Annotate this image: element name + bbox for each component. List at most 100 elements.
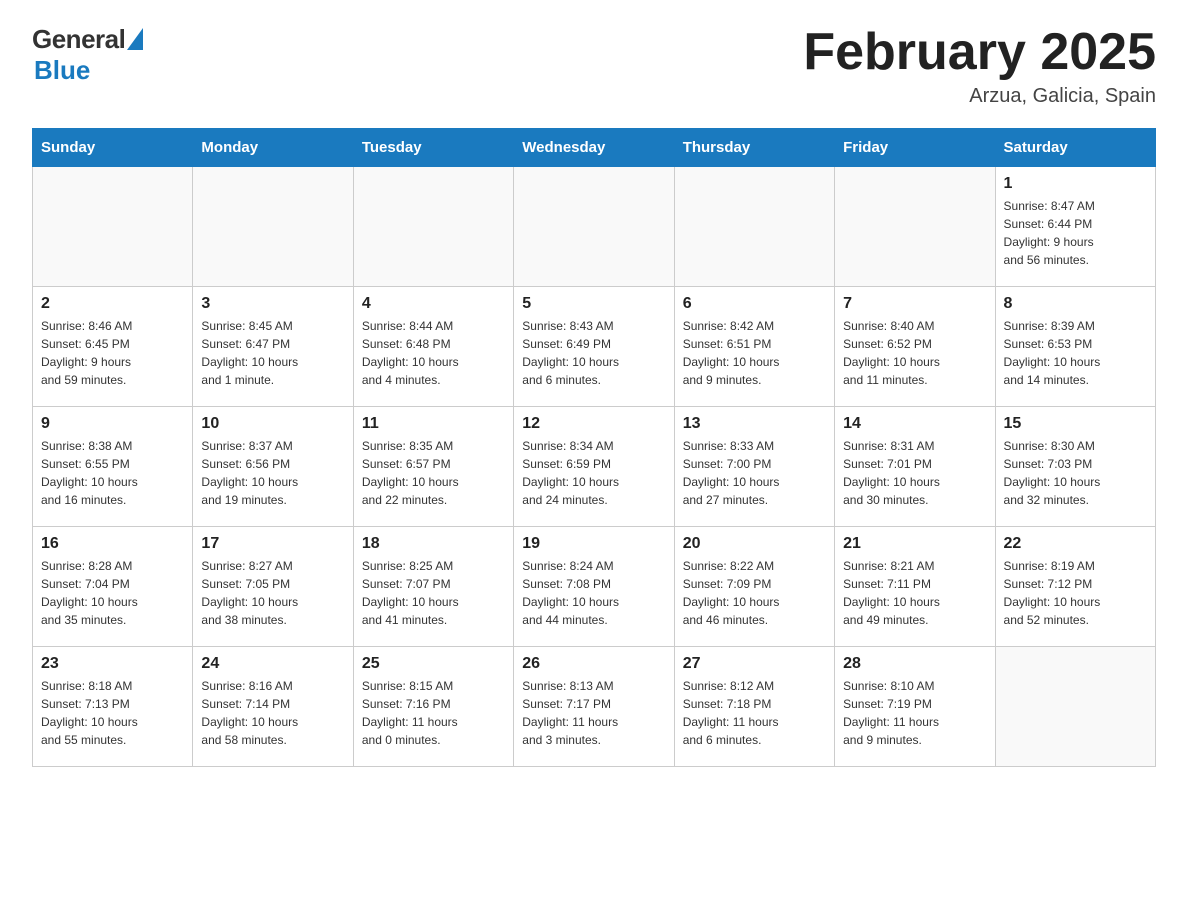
calendar-cell: 24 Sunrise: 8:16 AM Sunset: 7:14 PM Dayli… — [193, 647, 353, 767]
calendar-cell — [674, 167, 834, 287]
day-number: 4 — [362, 295, 505, 313]
day-number: 6 — [683, 295, 826, 313]
calendar-cell: 20 Sunrise: 8:22 AM Sunset: 7:09 PM Dayli… — [674, 527, 834, 647]
calendar-cell: 16 Sunrise: 8:28 AM Sunset: 7:04 PM Dayli… — [33, 527, 193, 647]
day-number: 5 — [522, 295, 665, 313]
calendar-cell: 14Sunrise: 8:31 AM Sunset: 7:01 PM Dayli… — [835, 407, 995, 527]
calendar-table: SundayMondayTuesdayWednesdayThursdayFrid… — [32, 128, 1156, 767]
month-title: February 2025 — [803, 24, 1156, 81]
day-number: 21 — [843, 535, 986, 553]
day-number: 9 — [41, 415, 184, 433]
calendar-cell: 8 Sunrise: 8:39 AM Sunset: 6:53 PM Daylig… — [995, 287, 1155, 407]
day-info: Sunrise: 8:28 AM Sunset: 7:04 PM Dayligh… — [41, 557, 184, 629]
week-row-1: 1 Sunrise: 8:47 AM Sunset: 6:44 PM Daylig… — [33, 167, 1156, 287]
calendar-cell — [514, 167, 674, 287]
day-number: 24 — [201, 655, 344, 673]
calendar-cell: 22 Sunrise: 8:19 AM Sunset: 7:12 PM Dayli… — [995, 527, 1155, 647]
logo-triangle-icon — [127, 28, 143, 50]
calendar-cell — [193, 167, 353, 287]
day-info: Sunrise: 8:42 AM Sunset: 6:51 PM Dayligh… — [683, 317, 826, 389]
day-info: Sunrise: 8:21 AM Sunset: 7:11 PM Dayligh… — [843, 557, 986, 629]
day-number: 22 — [1004, 535, 1147, 553]
calendar-cell: 27 Sunrise: 8:12 AM Sunset: 7:18 PM Dayli… — [674, 647, 834, 767]
day-number: 27 — [683, 655, 826, 673]
day-number: 20 — [683, 535, 826, 553]
calendar-cell: 4 Sunrise: 8:44 AM Sunset: 6:48 PM Daylig… — [353, 287, 513, 407]
day-number: 23 — [41, 655, 184, 673]
day-info: Sunrise: 8:25 AM Sunset: 7:07 PM Dayligh… — [362, 557, 505, 629]
day-info: Sunrise: 8:43 AM Sunset: 6:49 PM Dayligh… — [522, 317, 665, 389]
day-info: Sunrise: 8:35 AM Sunset: 6:57 PM Dayligh… — [362, 437, 505, 509]
day-number: 8 — [1004, 295, 1147, 313]
calendar-cell: 25 Sunrise: 8:15 AM Sunset: 7:16 PM Dayli… — [353, 647, 513, 767]
weekday-header-tuesday: Tuesday — [353, 129, 513, 167]
calendar-cell: 28Sunrise: 8:10 AM Sunset: 7:19 PM Dayli… — [835, 647, 995, 767]
day-number: 16 — [41, 535, 184, 553]
day-info: Sunrise: 8:15 AM Sunset: 7:16 PM Dayligh… — [362, 677, 505, 749]
weekday-header-saturday: Saturday — [995, 129, 1155, 167]
calendar-cell: 26 Sunrise: 8:13 AM Sunset: 7:17 PM Dayli… — [514, 647, 674, 767]
location-text: Arzua, Galicia, Spain — [803, 85, 1156, 108]
day-number: 14 — [843, 415, 986, 433]
day-number: 26 — [522, 655, 665, 673]
day-info: Sunrise: 8:22 AM Sunset: 7:09 PM Dayligh… — [683, 557, 826, 629]
day-info: Sunrise: 8:24 AM Sunset: 7:08 PM Dayligh… — [522, 557, 665, 629]
day-info: Sunrise: 8:39 AM Sunset: 6:53 PM Dayligh… — [1004, 317, 1147, 389]
logo-blue-text: Blue — [34, 55, 90, 86]
day-info: Sunrise: 8:27 AM Sunset: 7:05 PM Dayligh… — [201, 557, 344, 629]
day-number: 7 — [843, 295, 986, 313]
week-row-2: 2Sunrise: 8:46 AM Sunset: 6:45 PM Daylig… — [33, 287, 1156, 407]
calendar-cell — [33, 167, 193, 287]
calendar-cell — [995, 647, 1155, 767]
calendar-cell — [835, 167, 995, 287]
day-number: 3 — [201, 295, 344, 313]
logo: General Blue — [32, 24, 143, 86]
calendar-cell: 3 Sunrise: 8:45 AM Sunset: 6:47 PM Daylig… — [193, 287, 353, 407]
calendar-cell: 23 Sunrise: 8:18 AM Sunset: 7:13 PM Dayli… — [33, 647, 193, 767]
calendar-cell: 10Sunrise: 8:37 AM Sunset: 6:56 PM Dayli… — [193, 407, 353, 527]
weekday-header-friday: Friday — [835, 129, 995, 167]
day-number: 18 — [362, 535, 505, 553]
calendar-cell: 21 Sunrise: 8:21 AM Sunset: 7:11 PM Dayli… — [835, 527, 995, 647]
day-info: Sunrise: 8:19 AM Sunset: 7:12 PM Dayligh… — [1004, 557, 1147, 629]
week-row-4: 16 Sunrise: 8:28 AM Sunset: 7:04 PM Dayli… — [33, 527, 1156, 647]
day-info: Sunrise: 8:12 AM Sunset: 7:18 PM Dayligh… — [683, 677, 826, 749]
calendar-cell: 17 Sunrise: 8:27 AM Sunset: 7:05 PM Dayli… — [193, 527, 353, 647]
day-number: 11 — [362, 415, 505, 433]
calendar-cell: 11 Sunrise: 8:35 AM Sunset: 6:57 PM Dayli… — [353, 407, 513, 527]
day-info: Sunrise: 8:13 AM Sunset: 7:17 PM Dayligh… — [522, 677, 665, 749]
day-info: Sunrise: 8:16 AM Sunset: 7:14 PM Dayligh… — [201, 677, 344, 749]
calendar-header-row: SundayMondayTuesdayWednesdayThursdayFrid… — [33, 129, 1156, 167]
page-header: General Blue February 2025 Arzua, Galici… — [32, 24, 1156, 108]
logo-general-text: General — [32, 24, 125, 55]
day-number: 19 — [522, 535, 665, 553]
day-info: Sunrise: 8:30 AM Sunset: 7:03 PM Dayligh… — [1004, 437, 1147, 509]
calendar-cell: 2Sunrise: 8:46 AM Sunset: 6:45 PM Daylig… — [33, 287, 193, 407]
day-info: Sunrise: 8:40 AM Sunset: 6:52 PM Dayligh… — [843, 317, 986, 389]
day-number: 1 — [1004, 175, 1147, 193]
day-number: 10 — [201, 415, 344, 433]
calendar-cell: 6 Sunrise: 8:42 AM Sunset: 6:51 PM Daylig… — [674, 287, 834, 407]
day-info: Sunrise: 8:47 AM Sunset: 6:44 PM Dayligh… — [1004, 197, 1147, 269]
calendar-cell: 1 Sunrise: 8:47 AM Sunset: 6:44 PM Daylig… — [995, 167, 1155, 287]
day-number: 12 — [522, 415, 665, 433]
calendar-cell: 13Sunrise: 8:33 AM Sunset: 7:00 PM Dayli… — [674, 407, 834, 527]
calendar-cell: 9 Sunrise: 8:38 AM Sunset: 6:55 PM Daylig… — [33, 407, 193, 527]
weekday-header-sunday: Sunday — [33, 129, 193, 167]
day-info: Sunrise: 8:38 AM Sunset: 6:55 PM Dayligh… — [41, 437, 184, 509]
day-info: Sunrise: 8:18 AM Sunset: 7:13 PM Dayligh… — [41, 677, 184, 749]
calendar-cell: 15Sunrise: 8:30 AM Sunset: 7:03 PM Dayli… — [995, 407, 1155, 527]
calendar-cell: 7 Sunrise: 8:40 AM Sunset: 6:52 PM Daylig… — [835, 287, 995, 407]
calendar-cell: 18 Sunrise: 8:25 AM Sunset: 7:07 PM Dayli… — [353, 527, 513, 647]
day-info: Sunrise: 8:44 AM Sunset: 6:48 PM Dayligh… — [362, 317, 505, 389]
title-block: February 2025 Arzua, Galicia, Spain — [803, 24, 1156, 108]
calendar-cell — [353, 167, 513, 287]
day-number: 17 — [201, 535, 344, 553]
calendar-cell: 19 Sunrise: 8:24 AM Sunset: 7:08 PM Dayli… — [514, 527, 674, 647]
calendar-cell: 5 Sunrise: 8:43 AM Sunset: 6:49 PM Daylig… — [514, 287, 674, 407]
day-info: Sunrise: 8:46 AM Sunset: 6:45 PM Dayligh… — [41, 317, 184, 389]
weekday-header-thursday: Thursday — [674, 129, 834, 167]
day-number: 25 — [362, 655, 505, 673]
day-info: Sunrise: 8:45 AM Sunset: 6:47 PM Dayligh… — [201, 317, 344, 389]
day-number: 28 — [843, 655, 986, 673]
